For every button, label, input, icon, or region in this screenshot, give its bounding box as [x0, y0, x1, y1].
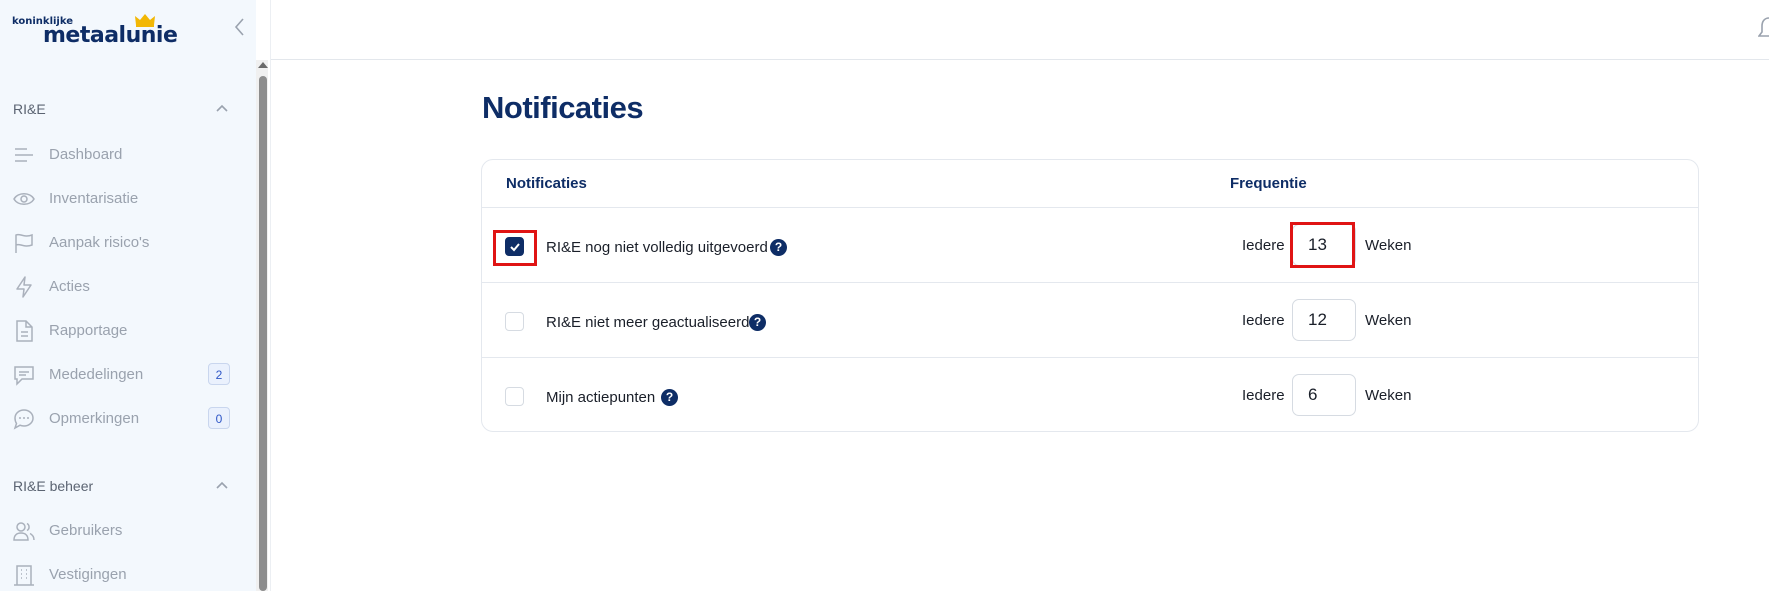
section-header-rie[interactable]: RI&E [13, 101, 228, 121]
sidebar-item-label: Mededelingen [49, 366, 144, 383]
sidebar-item-opmerkingen[interactable]: Opmerkingen 0 [13, 404, 233, 434]
eye-icon [13, 193, 35, 205]
notification-checkbox-mijn-actiepunten[interactable] [505, 387, 524, 406]
row-divider [482, 357, 1698, 358]
top-bar [271, 0, 1769, 60]
notification-label: Mijn actiepunten [546, 389, 656, 406]
row-divider [482, 282, 1698, 283]
chat-bubble-icon [13, 409, 34, 430]
sidebar-item-label: Inventarisatie [49, 190, 139, 207]
collapse-sidebar-button[interactable] [232, 16, 248, 38]
sidebar-item-acties[interactable]: Acties [13, 272, 233, 302]
page-title: Notificaties [482, 90, 644, 125]
sidebar-item-label: Rapportage [49, 322, 128, 339]
frequency-unit: Weken [1365, 237, 1412, 254]
building-icon [14, 565, 34, 586]
frequency-prefix: Iedere [1242, 237, 1285, 254]
sidebar-item-label: Acties [49, 278, 90, 295]
sidebar-item-label: Gebruikers [49, 522, 123, 539]
sidebar-item-label: Opmerkingen [49, 410, 140, 427]
menu-lines-icon [15, 148, 33, 162]
sidebar-scrollbar-thumb[interactable] [259, 76, 267, 591]
users-icon [13, 522, 35, 541]
section-header-rie-beheer[interactable]: RI&E beheer [13, 478, 228, 498]
sidebar-item-mededelingen[interactable]: Mededelingen 2 [13, 360, 233, 390]
sidebar-item-label: Dashboard [49, 146, 123, 163]
frequency-unit: Weken [1365, 312, 1412, 329]
frequency-prefix: Iedere [1242, 387, 1285, 404]
mededelingen-count-badge: 2 [208, 363, 230, 385]
sidebar-item-label: Vestigingen [49, 566, 127, 583]
column-header-frequency: Frequentie [1230, 175, 1307, 192]
notification-checkbox-rie-niet-geactualiseerd[interactable] [505, 312, 524, 331]
frequency-input-rie-niet-geactualiseerd[interactable]: 12 [1292, 299, 1356, 341]
lightning-icon [16, 276, 32, 298]
frequency-unit: Weken [1365, 387, 1412, 404]
sidebar-item-rapportage[interactable]: Rapportage [13, 316, 233, 346]
notification-label: RI&E nog niet volledig uitgevoerd [546, 239, 768, 256]
chevron-up-icon [216, 481, 228, 489]
metaalunie-logo[interactable]: koninklijke metaalunie [12, 14, 178, 48]
help-icon[interactable]: ? [749, 314, 766, 331]
opmerkingen-count-badge: 0 [208, 407, 230, 429]
sidebar-item-gebruikers[interactable]: Gebruikers [13, 516, 233, 546]
section-title-rie-beheer: RI&E beheer [13, 478, 94, 494]
bell-icon[interactable] [1758, 14, 1769, 42]
help-icon[interactable]: ? [770, 239, 787, 256]
chevron-left-icon [234, 18, 244, 36]
scroll-up-arrow-icon[interactable] [258, 62, 268, 68]
message-icon [14, 366, 34, 386]
notification-checkbox-rie-niet-volledig[interactable] [505, 237, 524, 256]
crown-icon [135, 14, 155, 27]
notification-label: RI&E niet meer geactualiseerd [546, 314, 750, 331]
logo-big-text: metaalunie [43, 23, 178, 48]
frequency-input-mijn-actiepunten[interactable]: 6 [1292, 374, 1356, 416]
frequency-input-rie-niet-volledig[interactable]: 13 [1292, 224, 1356, 266]
sidebar-item-aanpak-risicos[interactable]: Aanpak risico's [13, 228, 233, 258]
sidebar-divider [270, 0, 271, 591]
checkmark-icon [510, 243, 520, 252]
header-divider [482, 207, 1698, 208]
document-icon [16, 320, 33, 342]
sidebar-item-vestigingen[interactable]: Vestigingen [13, 560, 233, 590]
chevron-up-icon [216, 104, 228, 112]
column-header-notifications: Notificaties [506, 175, 587, 192]
sidebar-item-dashboard[interactable]: Dashboard [13, 140, 233, 170]
frequency-prefix: Iedere [1242, 312, 1285, 329]
sidebar-item-label: Aanpak risico's [49, 234, 150, 251]
section-title-rie: RI&E [13, 101, 46, 117]
sidebar-item-inventarisatie[interactable]: Inventarisatie [13, 184, 233, 214]
sidebar: koninklijke metaalunie RI&E Dashboard In… [0, 0, 256, 591]
flag-icon [15, 233, 33, 253]
help-icon[interactable]: ? [661, 389, 678, 406]
